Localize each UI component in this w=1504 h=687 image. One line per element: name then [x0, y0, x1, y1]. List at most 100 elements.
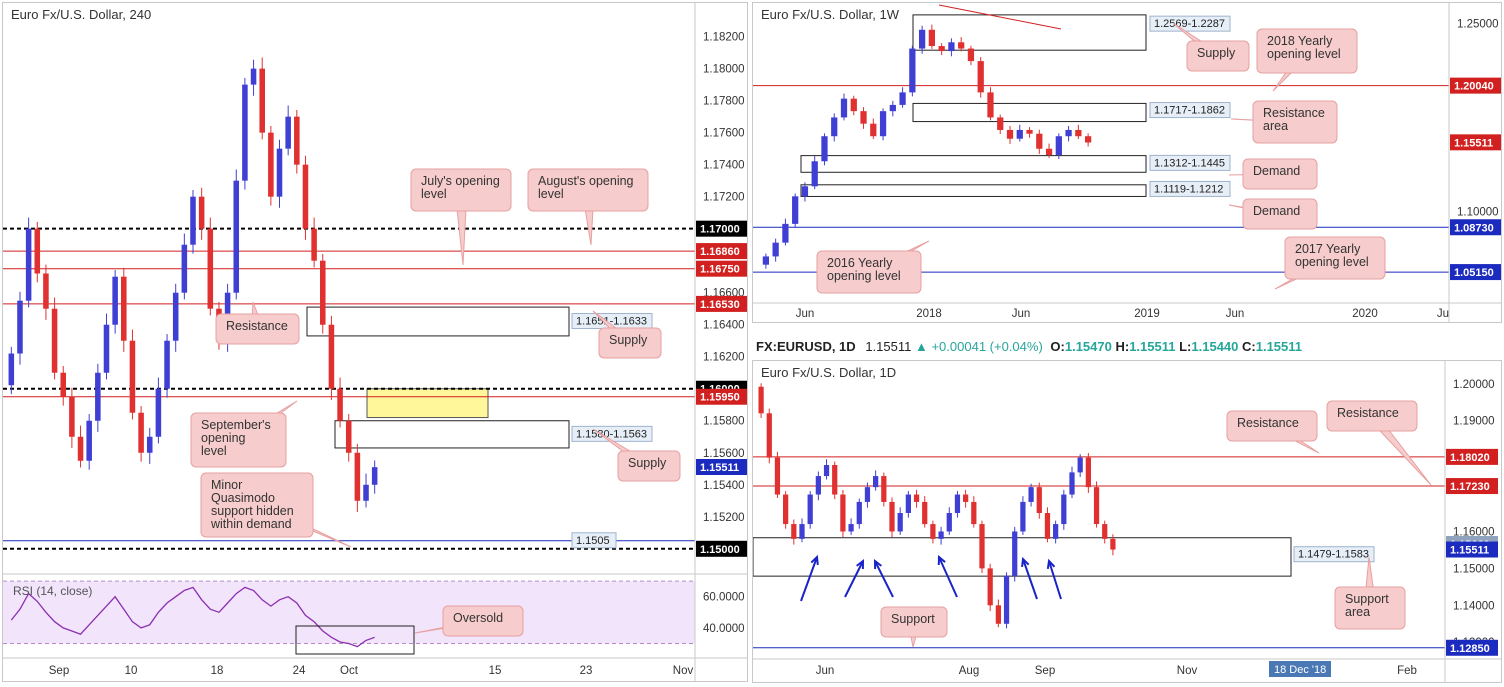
h4-candle: [95, 372, 101, 421]
w1-candle: [918, 29, 926, 49]
d1-candle: [815, 476, 821, 495]
d1-blue-arrow-4: [1022, 558, 1038, 600]
h4-candle: [190, 196, 196, 245]
d1-candle: [979, 524, 985, 569]
d1-candle: [832, 465, 838, 495]
w1-candle: [801, 186, 809, 197]
h4-chart-title: Euro Fx/U.S. Dollar, 240: [11, 7, 152, 22]
h4-candle: [311, 228, 317, 261]
w1-callout-2017-line-0: 2017 Yearly: [1295, 242, 1361, 256]
w1-candle: [831, 117, 838, 137]
h4-zone-label-supply-mid: 1.1580-1.1563: [576, 428, 647, 440]
d1-callout-support-area-line-0: Support: [1345, 592, 1389, 606]
h4-supply-zone-top: [306, 306, 570, 337]
h4-candle: [259, 68, 265, 133]
w1-price-tag-1: 1.15511: [1454, 137, 1493, 149]
h4-candle: [60, 372, 67, 397]
w1-candle: [840, 98, 848, 118]
d1-x-tick: Feb: [1397, 665, 1417, 677]
d1-candle: [1044, 513, 1051, 539]
w1-x-tick: Jun: [1226, 308, 1245, 320]
d1-candle: [971, 501, 977, 525]
h4-candle: [207, 228, 214, 309]
h4-zone-label-1505: 1.1505: [576, 535, 610, 547]
d1-blue-arrow-5: [1048, 560, 1062, 600]
d1-candle: [954, 494, 961, 513]
h4-candle: [233, 180, 240, 293]
quote-last: 1.15511: [865, 339, 912, 354]
h4-x-tick: 10: [125, 665, 138, 677]
d1-chart-panel[interactable]: 1.200001.190001.160001.150001.140001.130…: [752, 360, 1502, 683]
d1-blue-arrow-2: [874, 560, 894, 598]
w1-candle: [1075, 129, 1082, 137]
w1-x-tick: Ju: [1437, 308, 1449, 320]
h4-y-tick: 1.17400: [703, 160, 745, 172]
w1-zone-label-supply: 1.2569-1.2287: [1154, 18, 1225, 30]
rsi-band: [3, 581, 695, 644]
rsi-title: RSI (14, close): [13, 584, 92, 598]
h4-callout-quasimodo-line-1: Quasimodo: [211, 491, 275, 505]
w1-chart-panel[interactable]: 1.25000 1.10000 1.20040 1.15511 1.08730 1.051…: [752, 2, 1502, 323]
w1-candle: [928, 29, 936, 47]
h4-candle: [328, 324, 335, 389]
d1-candle: [897, 513, 903, 532]
d1-candle: [1036, 487, 1042, 513]
w1-demand-zone-1: [800, 155, 1147, 173]
w1-callout-resistance-area-line-1: area: [1263, 119, 1288, 133]
w1-callout-2018-line-1: opening level: [1267, 47, 1341, 61]
w1-candle: [987, 92, 994, 118]
h4-candle: [276, 148, 283, 197]
w1-candle: [792, 196, 799, 224]
d1-y-tick: 1.20000: [1453, 379, 1495, 391]
d1-candle: [1020, 501, 1026, 532]
w1-callout-2017-line-1: opening level: [1295, 255, 1369, 269]
d1-candle: [1077, 457, 1083, 473]
d1-y-tick: 1.15000: [1453, 563, 1495, 575]
w1-callout-2016-line-1: opening level: [827, 269, 901, 283]
h4-y-tick: 1.17200: [703, 192, 745, 204]
h4-y-tick: 1.17800: [703, 96, 745, 108]
h4-candle: [43, 273, 49, 309]
h4-price-tag-1: 1.16860: [700, 246, 740, 258]
d1-y-tick: 1.14000: [1453, 600, 1495, 612]
d1-candle: [1102, 524, 1108, 539]
h4-chart-panel[interactable]: 1.18200 1.18000 1.17800 1.17600 1.17400 1.172…: [2, 2, 748, 682]
h4-candle: [112, 276, 118, 325]
d1-price-tag-1: 1.17230: [1450, 481, 1490, 493]
w1-candle: [1026, 129, 1033, 134]
w1-candle: [1084, 136, 1092, 143]
d1-date-badge: 18 Dec '18: [1274, 664, 1326, 676]
h4-y-tick: 1.15800: [703, 416, 745, 428]
w1-candle: [1065, 129, 1072, 137]
w1-candle: [977, 61, 984, 93]
d1-callout-support-area-line-1: area: [1345, 605, 1370, 619]
w1-candle: [889, 104, 896, 112]
quote-symbol: FX:EURUSD, 1D: [756, 339, 856, 354]
d1-chart-title: Euro Fx/U.S. Dollar, 1D: [761, 365, 897, 380]
h4-candle: [242, 84, 248, 181]
w1-x-tick: Jun: [1012, 308, 1031, 320]
w1-candle: [899, 92, 906, 105]
h4-y-tick: 1.15400: [703, 480, 745, 492]
h4-candle: [34, 228, 41, 274]
w1-zone-label-demand-1: 1.1312-1.1445: [1154, 157, 1225, 169]
h4-supply-zone-mid: [334, 420, 570, 449]
h4-yellow-highlight: [366, 388, 489, 419]
d1-candle: [1012, 531, 1018, 576]
w1-price-tag-0: 1.20040: [1454, 81, 1494, 93]
h4-candle: [155, 388, 162, 437]
d1-candle: [807, 494, 813, 525]
h4-y-tick: 1.17600: [703, 128, 745, 140]
quote-low-label: L:: [1179, 339, 1192, 354]
h4-candle: [103, 324, 110, 373]
w1-chart-title: Euro Fx/U.S. Dollar, 1W: [761, 7, 899, 22]
w1-callout-2018-line-0: 2018 Yearly: [1267, 34, 1333, 48]
h4-x-tick: 23: [580, 665, 593, 677]
h4-candle: [319, 260, 326, 325]
w1-trendline: [938, 4, 1062, 30]
quote-open-label: O:: [1050, 339, 1065, 354]
w1-candle: [782, 223, 789, 243]
d1-candle: [905, 494, 911, 513]
d1-candle: [823, 465, 830, 477]
quote-high-label: H:: [1115, 339, 1130, 354]
